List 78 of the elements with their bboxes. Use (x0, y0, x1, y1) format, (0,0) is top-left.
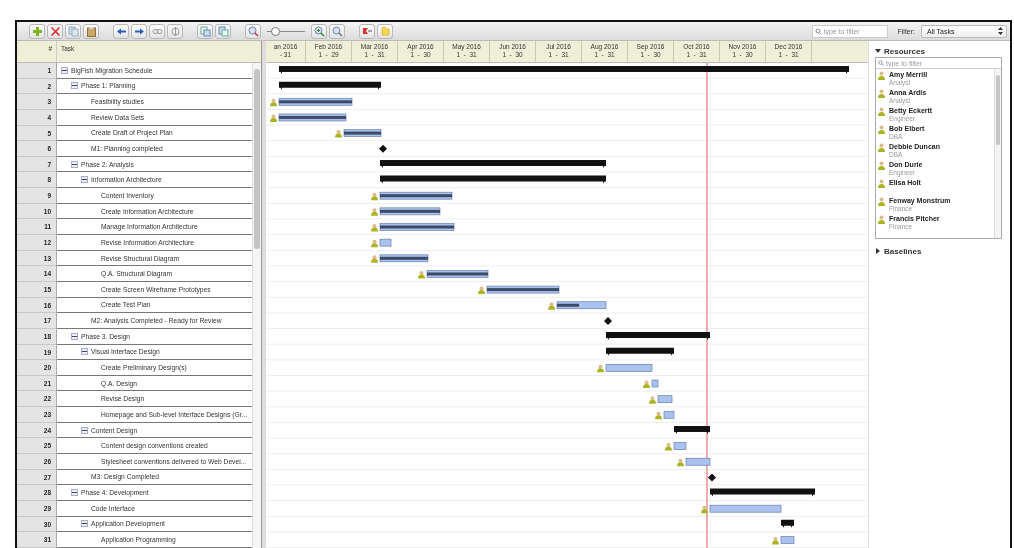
collapse-toggle[interactable] (71, 332, 78, 340)
person-icon (878, 107, 885, 116)
delete-icon[interactable] (47, 23, 63, 39)
scrollbar[interactable] (252, 63, 261, 548)
person-icon (878, 197, 885, 206)
scrollbar[interactable] (994, 69, 1001, 238)
person-icon (878, 125, 885, 134)
task-bar (780, 536, 795, 544)
section-title: Baselines (884, 246, 922, 256)
summary-bar (781, 519, 794, 528)
collapse-toggle[interactable] (61, 66, 68, 74)
person-icon (597, 364, 604, 373)
person-icon (665, 443, 672, 451)
person-icon (878, 143, 885, 152)
summary-bar (606, 347, 674, 356)
person-icon (878, 179, 885, 188)
task-bar (673, 442, 687, 450)
person-icon (548, 302, 555, 310)
zoom-out-icon[interactable] (245, 23, 261, 39)
milestone-diamond (604, 316, 612, 325)
person-icon (270, 114, 277, 122)
task-bar (605, 364, 653, 372)
collapse-icon[interactable] (875, 48, 881, 54)
summary-bar (674, 425, 710, 434)
link-icon[interactable] (149, 23, 165, 39)
milestone-diamond (379, 144, 387, 153)
person-icon (371, 224, 378, 232)
arrow-right-icon[interactable] (131, 23, 147, 39)
collapse-toggle[interactable] (71, 82, 78, 90)
person-icon (878, 161, 885, 170)
task-bar (379, 254, 429, 263)
task-bar (278, 113, 347, 122)
person-icon (270, 98, 277, 107)
task-bar (663, 410, 675, 419)
collapse-toggle[interactable] (81, 426, 88, 434)
search-icon (878, 60, 884, 66)
person-icon (878, 89, 885, 98)
search-icon (814, 27, 822, 35)
collapse-toggle[interactable] (71, 489, 78, 497)
unlink-icon[interactable] (167, 23, 183, 39)
person-icon (478, 286, 485, 295)
task-bar (343, 129, 382, 137)
task-bar (556, 301, 607, 310)
task-bar (685, 457, 711, 466)
person-icon (878, 215, 885, 224)
collapse-toggle[interactable] (81, 176, 88, 184)
person-icon (371, 208, 378, 216)
task-bar (379, 207, 441, 216)
person-icon (335, 130, 342, 138)
expand-icon[interactable] (875, 248, 881, 254)
task-bar (651, 379, 659, 388)
zoom-fit-icon[interactable] (329, 23, 345, 39)
arrow-left-icon[interactable] (113, 23, 129, 39)
task-bar (426, 270, 489, 278)
zoom-slider[interactable] (267, 26, 305, 36)
collapse-toggle[interactable] (81, 348, 88, 356)
person-icon (643, 380, 650, 388)
person-icon (649, 396, 656, 404)
milestone-diamond (708, 473, 716, 482)
person-icon (772, 537, 779, 545)
collapse-toggle[interactable] (81, 520, 88, 528)
collapse-toggle[interactable] (71, 160, 78, 168)
zoom-in-icon[interactable] (311, 23, 327, 39)
person-icon (655, 411, 662, 420)
person-icon (418, 270, 425, 279)
person-icon (878, 71, 885, 80)
person-icon (371, 192, 378, 201)
add-icon[interactable] (29, 23, 45, 39)
task-bar (657, 395, 673, 403)
section-title: Resources (884, 46, 925, 56)
person-icon (371, 239, 378, 248)
person-icon (371, 255, 378, 263)
split-icon[interactable] (359, 23, 375, 39)
person-icon (677, 458, 684, 467)
task-bar (379, 238, 392, 247)
stepper-icon (998, 27, 1003, 35)
person-icon (701, 505, 708, 514)
paste-icon[interactable] (83, 23, 99, 39)
